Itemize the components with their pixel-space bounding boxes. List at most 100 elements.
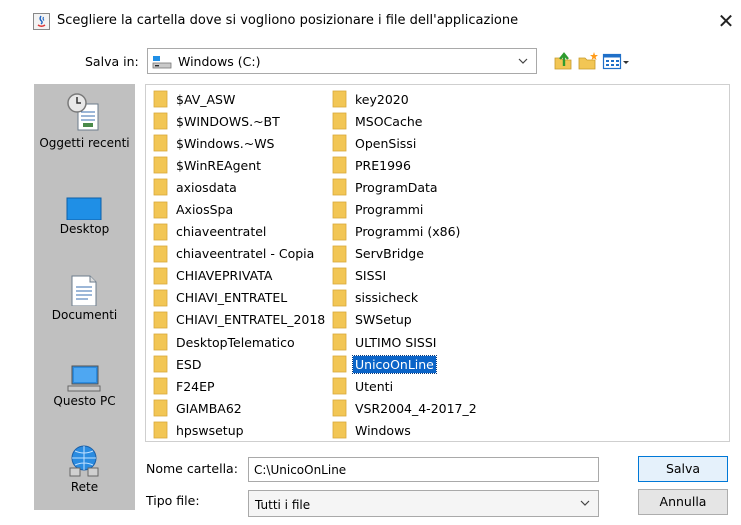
folder-item[interactable]: key2020 xyxy=(332,88,479,110)
folder-item[interactable]: F24EP xyxy=(153,375,327,397)
folder-name: key2020 xyxy=(355,91,409,107)
chevron-down-icon xyxy=(580,500,590,506)
cancel-button[interactable]: Annulla xyxy=(638,489,728,515)
folder-item[interactable]: SISSI xyxy=(332,265,479,287)
file-column-1: $AV_ASW $WINDOWS.~BT $Windows.~WS $WinREAge… xyxy=(153,88,327,442)
up-folder-icon[interactable] xyxy=(553,50,573,72)
place-this-pc[interactable]: Questo PC xyxy=(34,342,135,422)
folder-icon xyxy=(153,333,168,351)
place-documents[interactable]: Documenti xyxy=(34,256,135,336)
save-in-value: Windows (C:) xyxy=(178,54,261,69)
file-type-value: Tutti i file xyxy=(255,498,311,512)
view-menu-icon[interactable] xyxy=(602,50,632,72)
folder-item[interactable]: CHIAVEPRIVATA xyxy=(153,265,327,287)
window-title: Scegliere la cartella dove si vogliono p… xyxy=(57,13,519,28)
place-desktop[interactable]: Desktop xyxy=(34,170,135,250)
folder-item[interactable]: MSOCache xyxy=(332,110,479,132)
folder-item[interactable]: ServBridge xyxy=(332,243,479,265)
recent-items-icon xyxy=(67,93,99,131)
folder-name: MSOCache xyxy=(355,113,423,129)
folder-item[interactable]: Windows xyxy=(332,419,479,441)
java-app-icon xyxy=(33,13,50,30)
folder-item[interactable]: chiaveentratel xyxy=(153,221,327,243)
folder-item[interactable]: GIAMBA62 xyxy=(153,397,327,419)
folder-name-input[interactable] xyxy=(248,457,599,482)
folder-item[interactable]: PRE1996 xyxy=(332,154,479,176)
close-button[interactable]: ✕ xyxy=(712,8,740,36)
folder-item[interactable]: VSR2004_4-2017_2 xyxy=(332,397,479,419)
folder-icon xyxy=(153,90,168,108)
folder-icon xyxy=(332,267,347,285)
folder-item[interactable]: sissicheck xyxy=(332,287,479,309)
folder-name: Programmi xyxy=(355,202,424,218)
folder-name: GIAMBA62 xyxy=(176,400,242,416)
save-in-combo[interactable]: Windows (C:) xyxy=(147,48,537,74)
place-network[interactable]: Rete xyxy=(34,428,135,508)
folder-item[interactable]: chiaveentratel - Copia xyxy=(153,243,327,265)
folder-name: chiaveentratel - Copia xyxy=(176,246,315,262)
folder-name: VSR2004_4-2017_2 xyxy=(355,400,477,416)
folder-item[interactable]: axiosdata xyxy=(153,176,327,198)
folder-name: Utenti xyxy=(355,378,394,394)
save-button[interactable]: Salva xyxy=(638,456,728,482)
folder-icon xyxy=(153,355,168,373)
folder-name: SWSetup xyxy=(355,312,412,328)
folder-item[interactable]: $WinREAgent xyxy=(153,154,327,176)
folder-icon xyxy=(332,333,347,351)
folder-icon xyxy=(332,179,347,196)
folder-icon xyxy=(153,134,168,152)
folder-item[interactable]: Utenti xyxy=(332,375,479,397)
save-in-label: Salva in: xyxy=(85,54,139,69)
folder-item[interactable]: Programmi xyxy=(332,198,479,220)
documents-icon xyxy=(71,275,97,306)
folder-icon xyxy=(332,112,347,130)
folder-icon xyxy=(332,399,347,417)
folder-icon xyxy=(332,422,347,439)
file-list[interactable]: $AV_ASW $WINDOWS.~BT $Windows.~WS $WinREAge… xyxy=(145,84,730,442)
folder-item[interactable]: OpenSissi xyxy=(332,132,479,154)
folder-icon xyxy=(332,156,347,174)
file-type-combo[interactable]: Tutti i file xyxy=(248,490,599,517)
folder-name: sissicheck xyxy=(355,290,419,306)
place-label: Desktop xyxy=(59,222,110,236)
folder-item[interactable]: $Windows.~WS xyxy=(153,132,327,154)
folder-item[interactable]: ProgramData xyxy=(332,176,479,198)
folder-item[interactable]: DesktopTelematico xyxy=(153,331,327,353)
folder-icon xyxy=(153,156,168,174)
folder-name: ULTIMO SISSI xyxy=(355,334,437,350)
folder-item[interactable]: $AV_ASW xyxy=(153,88,327,110)
folder-item[interactable]: SWSetup xyxy=(332,309,479,331)
folder-name-label: Nome cartella: xyxy=(146,461,238,476)
folder-item[interactable]: AxiosSpa xyxy=(153,198,327,220)
folder-icon xyxy=(153,179,168,196)
close-icon: ✕ xyxy=(717,9,735,33)
place-label: Rete xyxy=(70,480,99,494)
file-column-2: key2020 MSOCache OpenSissi PRE1996 ProgramDa… xyxy=(332,88,479,442)
folder-item[interactable]: ULTIMO SISSI xyxy=(332,331,479,353)
folder-name: Windows xyxy=(355,422,411,438)
folder-name: $WinREAgent xyxy=(176,157,262,173)
folder-item[interactable]: CHIAVI_ENTRATEL_2018 xyxy=(153,309,327,331)
folder-item[interactable]: ESD xyxy=(153,353,327,375)
folder-icon xyxy=(332,134,347,152)
new-folder-icon[interactable] xyxy=(577,50,599,72)
folder-icon xyxy=(332,201,347,218)
folder-item[interactable]: CHIAVI_ENTRATEL xyxy=(153,287,327,309)
folder-name: chiaveentratel xyxy=(176,224,267,240)
folder-icon xyxy=(153,267,168,285)
place-recent-items[interactable]: Oggetti recenti xyxy=(34,84,135,164)
folder-name: DesktopTelematico xyxy=(176,334,295,350)
folder-name: $Windows.~WS xyxy=(176,135,275,151)
folder-item[interactable]: $WINDOWS.~BT xyxy=(153,110,327,132)
save-dialog: Scegliere la cartella dove si vogliono p… xyxy=(0,0,741,525)
folder-item[interactable]: Programmi (x86) xyxy=(332,221,479,243)
folder-name: CHIAVEPRIVATA xyxy=(176,268,273,284)
folder-name: OpenSissi xyxy=(355,135,417,151)
folder-name: F24EP xyxy=(176,378,215,394)
folder-item[interactable]: UnicoOnLine xyxy=(332,353,479,375)
folder-name: UnicoOnLine xyxy=(352,354,437,374)
folder-icon xyxy=(153,311,168,329)
folder-icon xyxy=(332,377,347,395)
place-label: Oggetti recenti xyxy=(39,136,130,150)
folder-item[interactable]: hpswsetup xyxy=(153,419,327,441)
